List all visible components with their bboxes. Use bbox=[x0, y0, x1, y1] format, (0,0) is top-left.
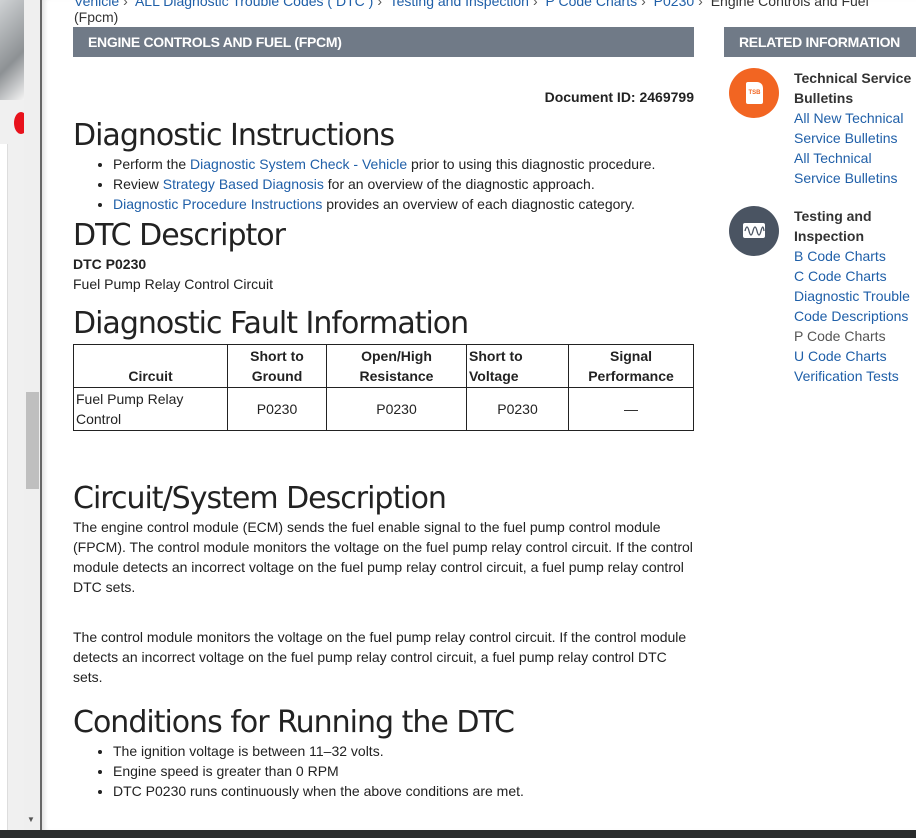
left-panel: ▼ bbox=[0, 0, 40, 838]
cell: Fuel Pump Relay Control bbox=[73, 387, 228, 431]
related-group-testing: Testing and Inspection B Code Charts C C… bbox=[729, 206, 916, 386]
vehicle-thumbnail bbox=[0, 0, 24, 100]
document-id: Document ID: 2469799 bbox=[544, 89, 694, 105]
conditions-list: The ignition voltage is between 11–32 vo… bbox=[113, 741, 698, 801]
related-link[interactable]: Verification Tests bbox=[794, 366, 916, 386]
table-header-row: Circuit Short to Ground Open/High Resist… bbox=[73, 344, 694, 388]
cell: P0230 bbox=[466, 387, 569, 431]
col-header: Short to Voltage bbox=[466, 344, 569, 388]
tsb-icon: TSB bbox=[729, 68, 779, 118]
paragraph: The engine control module (ECM) sends th… bbox=[73, 519, 693, 595]
link-diagnostic-system-check[interactable]: Diagnostic System Check - Vehicle bbox=[190, 156, 407, 172]
breadcrumb-separator: › bbox=[641, 0, 646, 9]
list-item: Diagnostic Procedure Instructions provid… bbox=[113, 194, 698, 214]
col-header: Circuit bbox=[73, 344, 228, 388]
table-row: Fuel Pump Relay Control P0230 P0230 P023… bbox=[73, 387, 694, 431]
waveform-icon bbox=[743, 223, 765, 238]
related-info-header: RELATED INFORMATION bbox=[724, 27, 916, 57]
col-header: Signal Performance bbox=[568, 344, 694, 388]
breadcrumb: Vehicle › ALL Diagnostic Trouble Codes ( … bbox=[74, 0, 910, 25]
breadcrumb-separator: › bbox=[698, 0, 703, 9]
breadcrumb-separator: › bbox=[123, 0, 128, 9]
section-heading: Conditions for Running the DTC bbox=[73, 705, 515, 740]
diag-instructions-list: Perform the Diagnostic System Check - Ve… bbox=[113, 154, 698, 214]
breadcrumb-p-code-charts[interactable]: P Code Charts bbox=[546, 0, 638, 9]
list-item: Engine speed is greater than 0 RPM bbox=[113, 761, 698, 781]
document-body: Diagnostic Instructions Perform the Diag… bbox=[73, 118, 698, 801]
link-strategy-based-diagnosis[interactable]: Strategy Based Diagnosis bbox=[163, 176, 324, 192]
list-item: The ignition voltage is between 11–32 vo… bbox=[113, 741, 698, 761]
section-heading: Circuit/System Description bbox=[73, 481, 447, 516]
related-link[interactable]: B Code Charts bbox=[794, 246, 916, 266]
related-link[interactable]: Diagnostic Trouble Code Descriptions bbox=[794, 286, 916, 326]
breadcrumb-all-dtc[interactable]: ALL Diagnostic Trouble Codes ( DTC ) bbox=[135, 0, 373, 9]
scroll-down-arrow-icon[interactable]: ▼ bbox=[27, 815, 35, 824]
col-header: Short to Ground bbox=[227, 344, 327, 388]
document-pane: Vehicle › ALL Diagnostic Trouble Codes ( … bbox=[42, 0, 916, 830]
dtc-description: Fuel Pump Relay Control Circuit bbox=[73, 276, 273, 292]
section-heading: Diagnostic Fault Information bbox=[73, 306, 469, 341]
breadcrumb-testing[interactable]: Testing and Inspection bbox=[390, 0, 529, 9]
text: Review bbox=[113, 176, 163, 192]
breadcrumb-separator: › bbox=[532, 0, 538, 9]
related-link[interactable]: U Code Charts bbox=[794, 346, 916, 366]
related-group-title: Technical Service Bulletins bbox=[794, 70, 912, 106]
cell: P0230 bbox=[227, 387, 327, 431]
section-heading: Diagnostic Instructions bbox=[73, 118, 395, 153]
section-heading: DTC Descriptor bbox=[73, 218, 286, 253]
tsb-icon-label: TSB bbox=[746, 82, 763, 104]
cell: P0230 bbox=[326, 387, 467, 431]
related-link[interactable]: All New Technical Service Bulletins bbox=[794, 108, 916, 148]
scrollbar-thumb[interactable] bbox=[26, 392, 39, 489]
related-group-title: Testing and Inspection bbox=[794, 208, 872, 244]
text: Perform the bbox=[113, 156, 191, 172]
document-title-bar: ENGINE CONTROLS AND FUEL (FPCM) bbox=[73, 27, 694, 57]
fault-info-table: Circuit Short to Ground Open/High Resist… bbox=[73, 344, 694, 431]
dtc-code: DTC P0230 bbox=[73, 256, 147, 272]
related-link[interactable]: All Technical Service Bulletins bbox=[794, 148, 916, 188]
breadcrumb-p0230[interactable]: P0230 bbox=[654, 0, 694, 9]
text: prior to using this diagnostic procedure… bbox=[407, 156, 656, 172]
list-item: DTC P0230 runs continuously when the abo… bbox=[113, 781, 698, 801]
oscilloscope-icon bbox=[729, 206, 779, 256]
paragraph: The control module monitors the voltage … bbox=[73, 629, 687, 685]
related-group-tsb: TSB Technical Service Bulletins All New … bbox=[729, 68, 916, 188]
breadcrumb-vehicle[interactable]: Vehicle bbox=[74, 0, 119, 9]
left-content-pane bbox=[0, 144, 8, 834]
related-link[interactable]: C Code Charts bbox=[794, 266, 916, 286]
taskbar bbox=[0, 830, 916, 838]
related-current-item: P Code Charts bbox=[794, 328, 886, 344]
list-item: Perform the Diagnostic System Check - Ve… bbox=[113, 154, 698, 174]
col-header: Open/High Resistance bbox=[326, 344, 467, 388]
related-information: TSB Technical Service Bulletins All New … bbox=[729, 68, 916, 403]
list-item: Review Strategy Based Diagnosis for an o… bbox=[113, 174, 698, 194]
text: for an overview of the diagnostic approa… bbox=[323, 176, 595, 192]
breadcrumb-separator: › bbox=[377, 0, 382, 9]
text: provides an overview of each diagnostic … bbox=[322, 196, 635, 212]
cell: — bbox=[568, 387, 694, 431]
link-diagnostic-procedure-instructions[interactable]: Diagnostic Procedure Instructions bbox=[113, 196, 322, 212]
